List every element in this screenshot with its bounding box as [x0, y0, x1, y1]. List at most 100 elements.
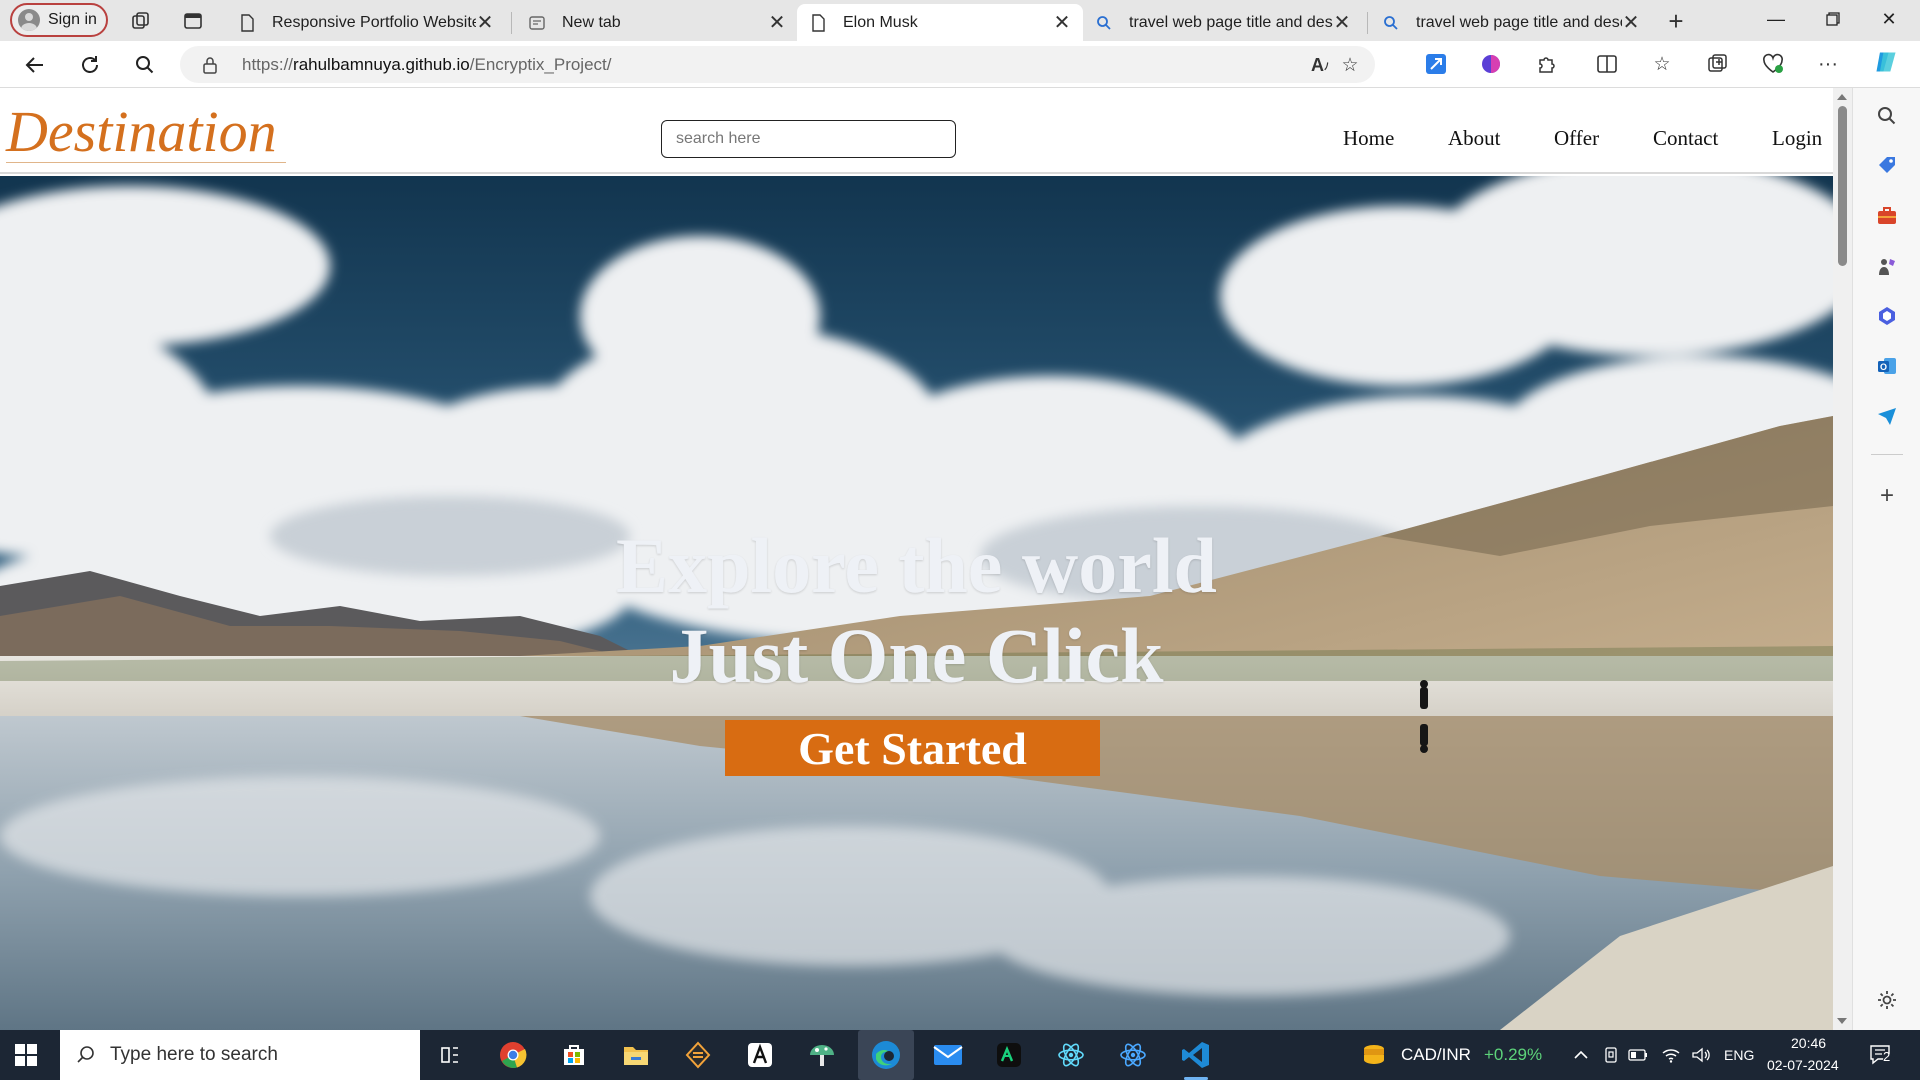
microsoft-store-icon[interactable] [558, 1039, 590, 1071]
tab-elon-musk[interactable]: Elon Musk ✕ [797, 4, 1083, 41]
search-icon[interactable] [1875, 104, 1899, 128]
terminal-app-icon[interactable] [993, 1039, 1025, 1071]
browser-tab-bar: Sign in Responsive Portfolio Website ✕ N… [0, 0, 1920, 41]
collections-icon[interactable] [1705, 51, 1731, 77]
notifications-icon[interactable]: 2 [1868, 1042, 1896, 1068]
tools-briefcase-icon[interactable] [1875, 204, 1899, 228]
browser-essentials-icon[interactable] [1760, 51, 1786, 77]
windows-start-icon[interactable] [14, 1043, 38, 1067]
page-icon [241, 13, 254, 32]
split-screen-icon[interactable] [1594, 51, 1620, 77]
profile-button[interactable]: Sign in [10, 3, 108, 37]
ticker-symbol[interactable]: CAD/INR [1401, 1045, 1471, 1065]
show-hidden-icons-chevron-icon[interactable] [1570, 1044, 1592, 1066]
shopping-tag-icon[interactable] [1875, 154, 1899, 178]
restore-icon[interactable] [1810, 4, 1856, 34]
battery-icon[interactable] [1627, 1044, 1649, 1066]
games-icon[interactable] [1875, 254, 1899, 278]
workspaces-icon[interactable] [128, 8, 154, 34]
more-menu-icon[interactable]: ··· [1815, 51, 1841, 77]
notification-count: 2 [1883, 1049, 1891, 1064]
add-icon[interactable]: + [1875, 482, 1899, 509]
tab-divider [1367, 12, 1368, 34]
back-icon[interactable] [20, 50, 50, 80]
sublime-like-app-icon[interactable] [682, 1039, 714, 1071]
color-extension-icon[interactable] [1478, 51, 1504, 77]
microsoft-365-icon[interactable] [1875, 304, 1899, 328]
search-icon [77, 1046, 94, 1063]
minimize-icon[interactable]: — [1753, 4, 1799, 34]
edge-taskbar-icon[interactable] [858, 1030, 914, 1080]
wifi-icon[interactable] [1660, 1044, 1682, 1066]
hero-title-line1: Explore the world [616, 522, 1217, 609]
mail-icon[interactable] [932, 1039, 964, 1071]
nav-offer[interactable]: Offer [1554, 126, 1599, 151]
address-bar[interactable]: https://rahulbamnuya.github.io/Encryptix… [180, 46, 1375, 83]
file-explorer-icon[interactable] [620, 1039, 652, 1071]
search-icon [1097, 15, 1111, 30]
vertical-tabs-icon[interactable] [180, 8, 206, 34]
send-drop-icon[interactable] [1875, 404, 1899, 428]
ticker-change[interactable]: +0.29% [1484, 1045, 1542, 1065]
new-tab-plus-icon[interactable]: + [1663, 6, 1689, 36]
language-indicator[interactable]: ENG [1724, 1047, 1754, 1063]
extensions-puzzle-icon[interactable] [1534, 51, 1560, 77]
taskbar-search-box[interactable]: Type here to search [60, 1030, 420, 1080]
tab-new-tab[interactable]: New tab ✕ [516, 4, 798, 41]
settings-gear-icon[interactable] [1875, 988, 1899, 1012]
chrome-icon[interactable] [497, 1039, 529, 1071]
page-viewport: Destination Home About Offer Contact Log… [0, 88, 1833, 1030]
sidebar-divider [1871, 454, 1903, 455]
tab-travel-search-2[interactable]: travel web page title and descr ✕ [1370, 4, 1652, 41]
site-logo[interactable]: Destination [6, 98, 286, 165]
clock-date[interactable]: 02-07-2024 [1767, 1057, 1839, 1073]
vscode-icon[interactable] [1180, 1039, 1212, 1080]
profile-label: Sign in [48, 11, 97, 28]
search-icon [1384, 15, 1398, 30]
search-icon[interactable] [130, 50, 160, 80]
refresh-icon[interactable] [75, 50, 105, 80]
lock-icon[interactable] [202, 56, 218, 74]
avatar-icon [18, 9, 40, 31]
close-icon[interactable]: ✕ [1622, 10, 1640, 35]
nav-home[interactable]: Home [1343, 126, 1394, 151]
currency-coins-icon [1358, 1039, 1390, 1071]
read-aloud-icon[interactable]: Aﾉ [1307, 52, 1333, 78]
react-devtools-icon[interactable] [1117, 1039, 1149, 1071]
scroll-up-icon[interactable] [1837, 94, 1847, 100]
hero-section: Explore the world Just One Click Get Sta… [0, 176, 1833, 1030]
page-scrollbar[interactable] [1833, 88, 1852, 1030]
page-icon [812, 13, 825, 32]
clock-time[interactable]: 20:46 [1791, 1035, 1826, 1051]
nav-about[interactable]: About [1448, 126, 1501, 151]
edge-sidebar: O + [1852, 88, 1920, 1030]
outlook-icon[interactable]: O [1875, 354, 1899, 378]
close-window-icon[interactable]: ✕ [1866, 4, 1912, 34]
site-header: Destination Home About Offer Contact Log… [0, 88, 1833, 174]
url-text[interactable]: https://rahulbamnuya.github.io/Encryptix… [242, 55, 612, 75]
close-icon[interactable]: ✕ [768, 10, 786, 35]
extension-icon[interactable] [1423, 51, 1449, 77]
volume-icon[interactable] [1690, 1044, 1712, 1066]
close-icon[interactable]: ✕ [1053, 10, 1071, 35]
tab-travel-search-1[interactable]: travel web page title and descr ✕ [1083, 4, 1363, 41]
site-search-input[interactable] [661, 120, 956, 158]
favorite-star-icon[interactable]: ☆ [1337, 52, 1363, 78]
font-app-icon[interactable] [744, 1039, 776, 1071]
hero-title-line2: Just One Click [669, 612, 1164, 699]
mushroom-app-icon[interactable] [806, 1039, 838, 1071]
svg-text:O: O [1880, 362, 1887, 372]
react-app-icon[interactable] [1055, 1039, 1087, 1071]
favorites-icon[interactable]: ☆ [1649, 51, 1675, 77]
close-icon[interactable]: ✕ [1333, 10, 1351, 35]
tab-responsive-portfolio[interactable]: Responsive Portfolio Website ✕ [226, 4, 506, 41]
close-icon[interactable]: ✕ [476, 10, 494, 35]
nav-login[interactable]: Login [1772, 126, 1822, 151]
task-view-icon[interactable] [434, 1039, 466, 1071]
device-icon[interactable] [1600, 1044, 1622, 1066]
get-started-button[interactable]: Get Started [725, 720, 1100, 776]
scrollbar-thumb[interactable] [1838, 106, 1847, 266]
nav-contact[interactable]: Contact [1653, 126, 1718, 151]
scroll-down-icon[interactable] [1837, 1018, 1847, 1024]
copilot-icon[interactable] [1873, 49, 1899, 75]
